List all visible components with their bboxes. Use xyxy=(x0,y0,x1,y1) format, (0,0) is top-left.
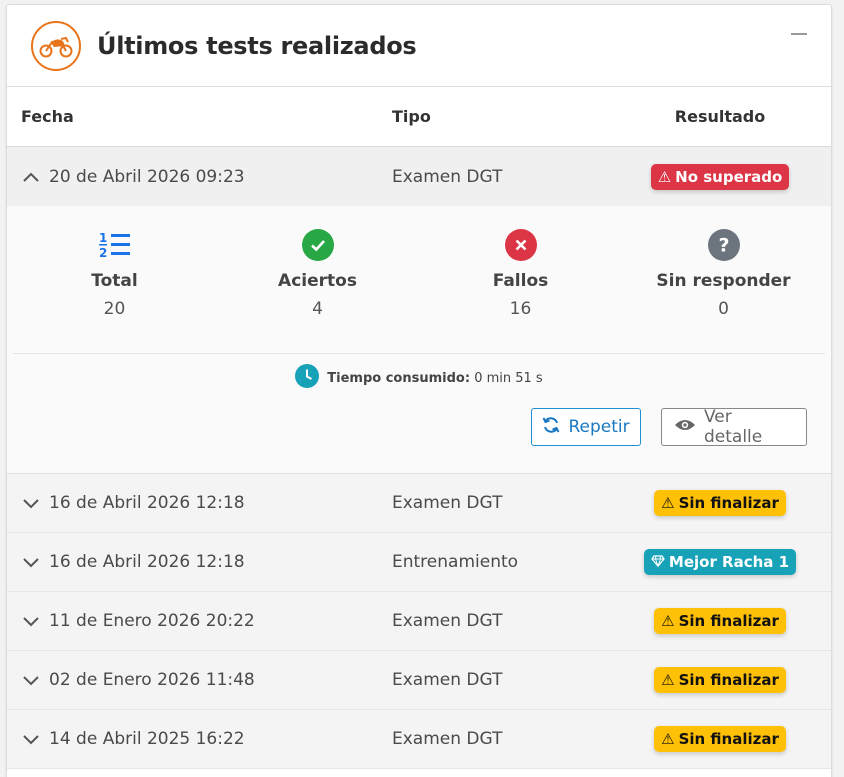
stat-sin-responder: ? Sin responder 0 xyxy=(622,228,825,353)
chevron-up-icon[interactable] xyxy=(21,167,41,187)
detail-actions: Repetir Ver detalle xyxy=(531,407,807,447)
motorcycle-icon xyxy=(31,20,81,71)
clock-icon xyxy=(295,364,320,392)
stat-label: Fallos xyxy=(492,271,549,291)
diamond-icon xyxy=(651,553,665,571)
row-date: 16 de Abril 2026 12:18 xyxy=(49,493,245,513)
header-resultado: Resultado xyxy=(674,107,766,126)
view-detail-button[interactable]: Ver detalle xyxy=(661,407,807,447)
recent-tests-card: Últimos tests realizados Fecha Tipo Resu… xyxy=(6,4,832,777)
eye-icon xyxy=(674,417,696,437)
check-circle-icon xyxy=(301,228,335,262)
stat-label: Aciertos xyxy=(278,271,357,291)
status-badge: ⚠ Sin finalizar xyxy=(654,726,786,752)
status-badge-label: No superado xyxy=(675,167,783,186)
card-header: Últimos tests realizados xyxy=(7,5,831,87)
collapse-button[interactable] xyxy=(791,33,807,35)
status-badge-label: Mejor Racha 1 xyxy=(668,553,790,571)
warning-icon: ⚠ xyxy=(661,671,675,689)
time-consumed: Tiempo consumido: 0 min 51 s xyxy=(7,364,831,392)
time-label: Tiempo consumido: xyxy=(327,370,471,386)
status-badge-label: Sin finalizar xyxy=(678,494,779,512)
stat-value: 16 xyxy=(509,299,532,319)
table-row[interactable]: 20 de Abril 2026 09:23 Examen DGT ⚠ No s… xyxy=(7,147,831,206)
question-circle-icon: ? xyxy=(707,228,741,262)
table-row[interactable]: 02 de Enero 2026 11:48 Examen DGT ⚠ Sin … xyxy=(7,651,831,710)
refresh-icon xyxy=(542,416,560,439)
chevron-down-icon[interactable] xyxy=(21,729,41,749)
chevron-down-icon[interactable] xyxy=(21,611,41,631)
table-row[interactable]: 14 de Abril 2025 16:22 Examen DGT ⚠ Sin … xyxy=(7,710,831,769)
row-date: 11 de Enero 2026 20:22 xyxy=(49,611,255,631)
row-type: Examen DGT xyxy=(392,166,503,187)
repeat-button-label: Repetir xyxy=(568,417,630,437)
stat-fallos: Fallos 16 xyxy=(419,228,622,353)
warning-icon: ⚠ xyxy=(661,494,675,512)
row-date: 02 de Enero 2026 11:48 xyxy=(49,670,255,690)
svg-text:2: 2 xyxy=(99,246,107,260)
table-row[interactable]: 11 de Enero 2026 20:22 Examen DGT ⚠ Sin … xyxy=(7,592,831,651)
repeat-button[interactable]: Repetir xyxy=(531,408,641,446)
chevron-down-icon[interactable] xyxy=(21,552,41,572)
x-circle-icon xyxy=(504,228,538,262)
table-row[interactable]: 16 de Abril 2026 12:18 Entrenamiento Mej… xyxy=(7,533,831,592)
row-type: Entrenamiento xyxy=(392,552,519,572)
list-numbered-icon: 1 2 xyxy=(98,228,132,262)
warning-icon: ⚠ xyxy=(661,612,675,630)
warning-icon: ⚠ xyxy=(657,167,672,186)
row-date: 20 de Abril 2026 09:23 xyxy=(49,166,245,187)
view-detail-button-label: Ver detalle xyxy=(704,407,763,447)
warning-icon: ⚠ xyxy=(661,730,675,748)
header-fecha: Fecha xyxy=(21,107,74,126)
row-type: Examen DGT xyxy=(392,670,503,690)
row-date: 16 de Abril 2026 12:18 xyxy=(49,552,245,572)
row-date: 14 de Abril 2025 16:22 xyxy=(49,729,245,749)
stat-label: Total xyxy=(91,271,138,291)
status-badge-label: Sin finalizar xyxy=(678,612,779,630)
status-badge: ⚠ Sin finalizar xyxy=(654,667,786,693)
stat-value: 0 xyxy=(718,299,729,319)
row-type: Examen DGT xyxy=(392,493,503,513)
status-badge: ⚠ Sin finalizar xyxy=(654,490,786,516)
stat-value: 20 xyxy=(103,299,126,319)
table-header: Fecha Tipo Resultado xyxy=(7,87,831,147)
status-badge: Mejor Racha 1 xyxy=(643,549,797,575)
status-badge-label: Sin finalizar xyxy=(678,671,779,689)
svg-text:1: 1 xyxy=(99,231,107,245)
chevron-down-icon[interactable] xyxy=(21,493,41,513)
status-badge: ⚠ No superado xyxy=(650,163,790,190)
row-type: Examen DGT xyxy=(392,729,503,749)
stat-value: 4 xyxy=(312,299,323,319)
status-badge: ⚠ Sin finalizar xyxy=(654,608,786,634)
stats-row: 1 2 Total 20 Aciertos 4 Fallos 16 ? Sin … xyxy=(13,206,825,354)
stat-label: Sin responder xyxy=(656,271,791,291)
header-tipo: Tipo xyxy=(392,107,431,126)
stat-total: 1 2 Total 20 xyxy=(13,228,216,353)
table-row[interactable]: 16 de Abril 2026 12:18 Examen DGT ⚠ Sin … xyxy=(7,474,831,533)
card-title: Últimos tests realizados xyxy=(97,31,417,60)
time-value: 0 min 51 s xyxy=(474,370,543,386)
row-type: Examen DGT xyxy=(392,611,503,631)
test-detail-panel: 1 2 Total 20 Aciertos 4 Fallos 16 ? Sin … xyxy=(7,206,831,474)
chevron-down-icon[interactable] xyxy=(21,670,41,690)
svg-text:?: ? xyxy=(718,235,729,257)
stat-aciertos: Aciertos 4 xyxy=(216,228,419,353)
status-badge-label: Sin finalizar xyxy=(678,730,779,748)
